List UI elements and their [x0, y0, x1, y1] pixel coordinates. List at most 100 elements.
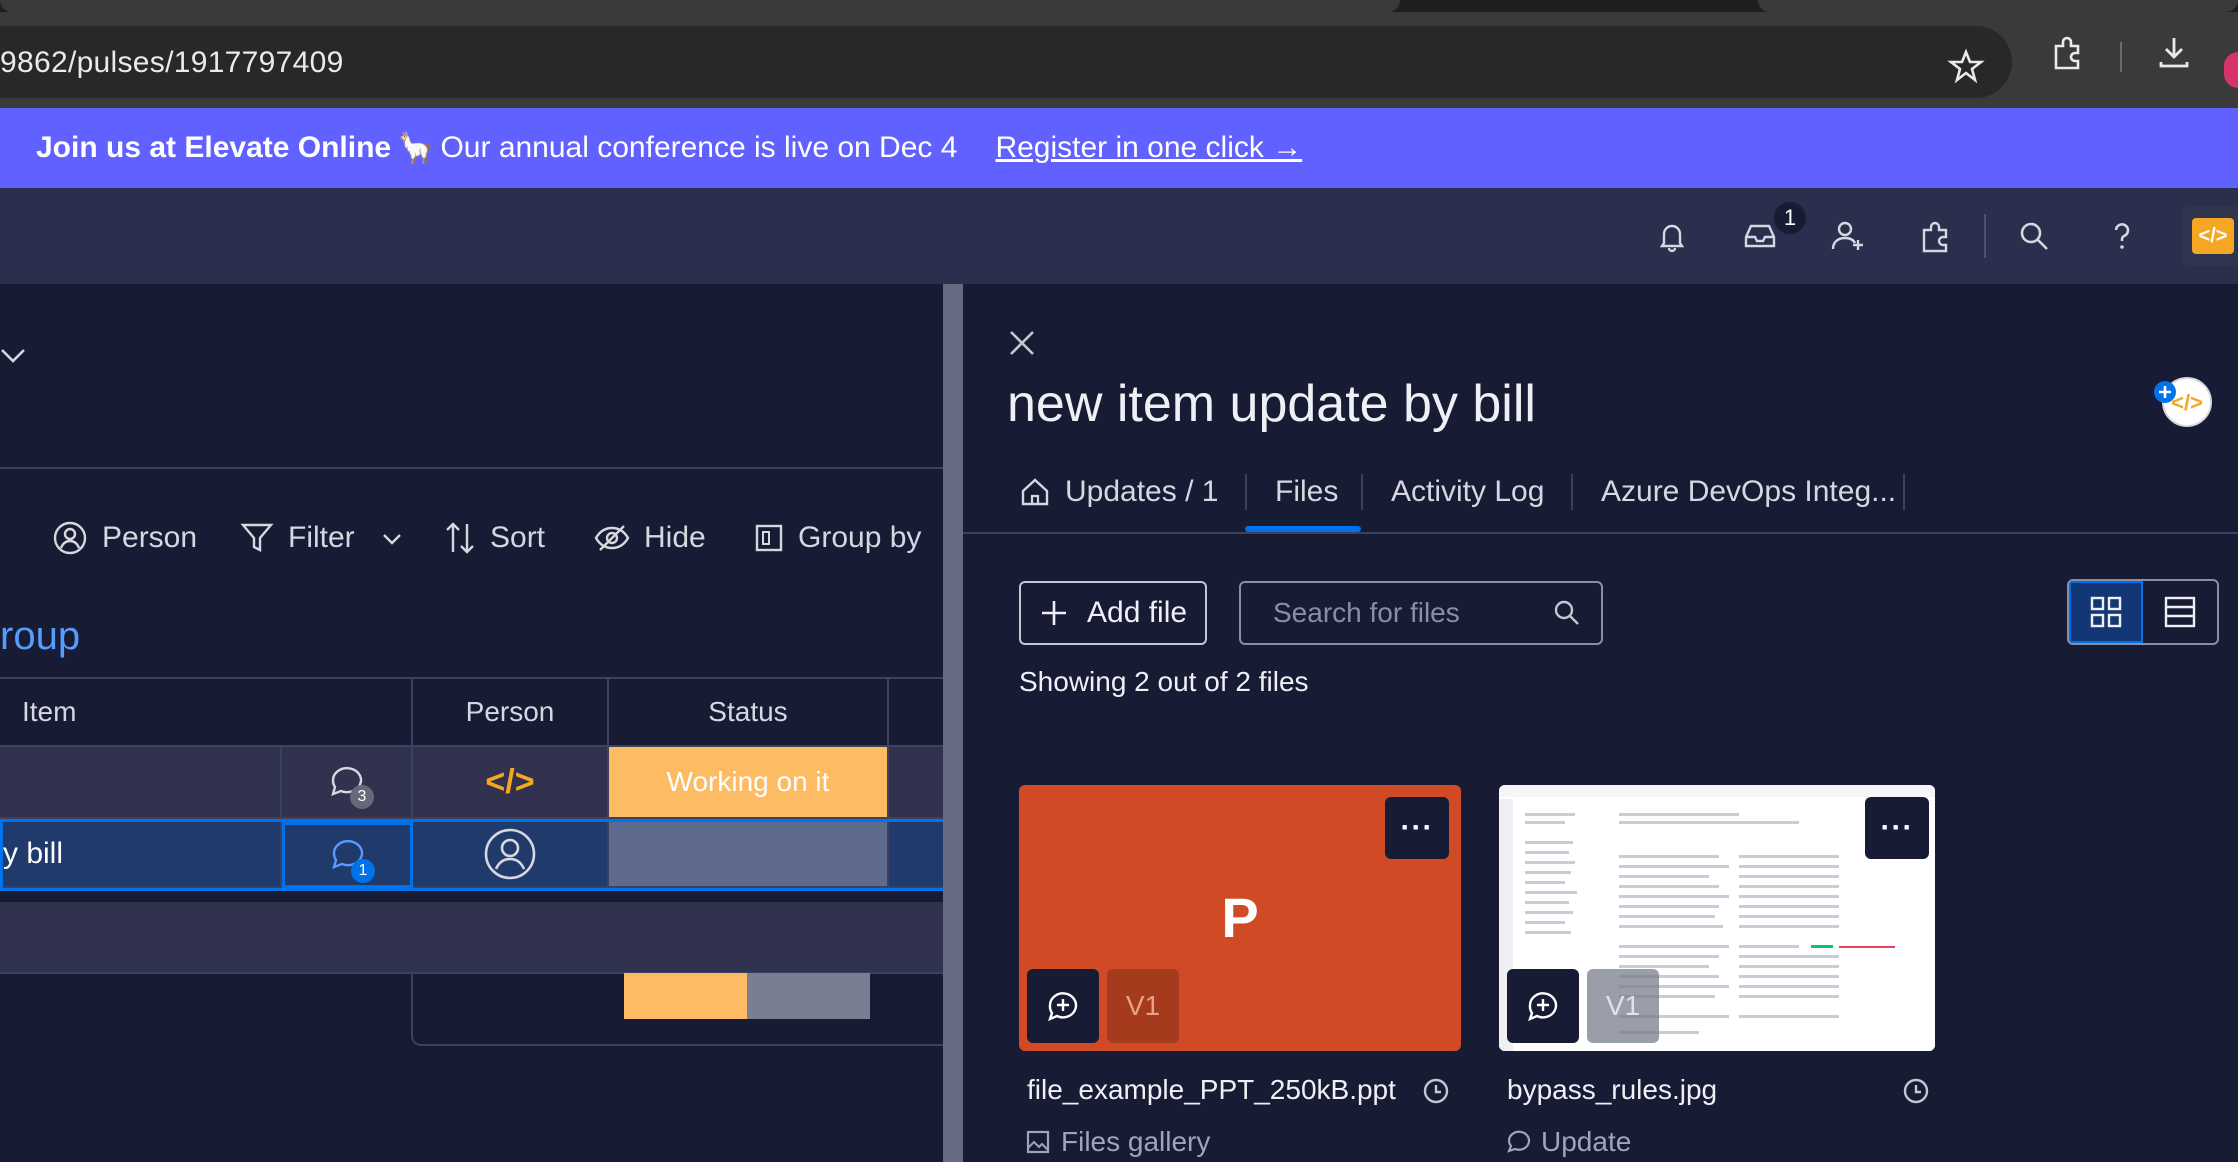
tab-updates[interactable]: Updates / 1: [1019, 462, 1218, 522]
sort-button[interactable]: Sort: [444, 512, 545, 564]
browser-tab[interactable]: [0, 0, 1400, 12]
dev-app-button[interactable]: </>: [2182, 206, 2238, 266]
speech-bubble-icon: [1507, 1130, 1531, 1153]
tabs-divider: [963, 532, 2238, 534]
status-summary-empty-segment: [747, 973, 870, 1019]
filter-icon: [240, 523, 274, 552]
file-source[interactable]: Update: [1505, 1126, 1631, 1158]
dev-code-icon: </>: [2192, 218, 2234, 254]
person-cell[interactable]: </>: [413, 747, 609, 819]
board-divider: [0, 467, 943, 469]
tab-separator: [1571, 474, 1573, 510]
clock-icon[interactable]: [1901, 1076, 1931, 1106]
tab-files[interactable]: Files: [1275, 462, 1338, 522]
download-icon[interactable]: [2154, 32, 2194, 72]
add-file-button[interactable]: Add file: [1019, 581, 1207, 645]
item-panel: new item update by bill </> Updates / 1 …: [963, 284, 2238, 1162]
svg-text:</>: </>: [2171, 390, 2203, 415]
updates-count-badge: 1: [351, 859, 375, 883]
file-type-letter: P: [1221, 886, 1259, 949]
status-summary-bar[interactable]: [624, 973, 870, 1019]
status-summary-working-segment: [624, 973, 747, 1019]
group-title[interactable]: roup: [0, 614, 80, 659]
updates-cell[interactable]: 1: [282, 822, 413, 888]
tab-activity-log[interactable]: Activity Log: [1391, 462, 1544, 522]
person-filter-label: Person: [102, 521, 198, 554]
search-files-input[interactable]: Search for files: [1239, 581, 1603, 645]
item-title[interactable]: new item update by bill: [1007, 374, 1536, 434]
profile-avatar[interactable]: [2224, 52, 2238, 88]
status-cell[interactable]: Working on it: [609, 747, 889, 819]
status-label: Working on it: [666, 766, 830, 797]
file-menu-button[interactable]: ···: [1865, 797, 1929, 859]
dev-code-icon: </>: [485, 762, 535, 801]
file-source[interactable]: Files gallery: [1025, 1126, 1210, 1158]
browser-toolbar: 9862/pulses/1917797409: [0, 12, 2238, 108]
item-name-cell[interactable]: [0, 747, 282, 819]
banner-text: Our annual conference is live on Dec 4: [440, 131, 958, 164]
file-version-badge[interactable]: V1: [1587, 969, 1659, 1043]
board-area: Person Filter Sort Hide Group by roup It…: [0, 284, 943, 1162]
list-view-button[interactable]: [2143, 581, 2217, 643]
banner-strong-text: Join us at Elevate Online: [36, 131, 392, 164]
panel-resize-handle[interactable]: [943, 284, 963, 1162]
chevron-down-icon[interactable]: [0, 340, 30, 375]
hide-button[interactable]: Hide: [594, 512, 706, 564]
add-integration-button[interactable]: </>: [2149, 374, 2217, 435]
browser-tab[interactable]: [1758, 0, 2238, 12]
view-toggle: [2067, 579, 2219, 645]
item-name: y bill: [3, 837, 64, 870]
grid-icon: [2090, 596, 2122, 628]
file-menu-button[interactable]: ···: [1385, 797, 1449, 859]
star-icon[interactable]: [1946, 46, 1986, 86]
browser-tab-strip: [0, 0, 2238, 12]
tab-azure-devops[interactable]: Azure DevOps Integ...: [1601, 462, 1896, 522]
search-icon[interactable]: [2008, 210, 2060, 262]
tab-activity-log-label: Activity Log: [1391, 475, 1545, 508]
add-comment-button[interactable]: [1027, 969, 1099, 1043]
clock-icon[interactable]: [1421, 1076, 1451, 1106]
table-row[interactable]: 3 </> Working on it: [0, 747, 943, 819]
extensions-icon[interactable]: [2048, 32, 2088, 72]
tab-files-label: Files: [1275, 475, 1339, 508]
status-cell[interactable]: [609, 822, 889, 888]
tab-azure-devops-label: Azure DevOps Integ...: [1601, 475, 1897, 508]
file-card[interactable]: P ··· V1: [1019, 785, 1461, 1051]
file-name[interactable]: bypass_rules.jpg: [1507, 1074, 1717, 1106]
llama-emoji: 🦙: [397, 131, 435, 165]
search-files-placeholder: Search for files: [1273, 597, 1460, 628]
invite-user-icon[interactable]: [1822, 210, 1874, 262]
column-header-status[interactable]: Status: [609, 677, 889, 747]
next-cell: [889, 822, 943, 888]
tab-separator: [1245, 474, 1247, 510]
updates-cell[interactable]: 3: [282, 747, 413, 819]
home-icon: [1021, 478, 1049, 506]
grid-view-button[interactable]: [2069, 581, 2144, 643]
item-name-cell[interactable]: y bill: [3, 822, 282, 888]
person-filter-button[interactable]: Person: [52, 512, 197, 564]
chevron-down-icon[interactable]: [381, 527, 403, 549]
person-cell[interactable]: [413, 822, 609, 888]
file-card[interactable]: ··· V1: [1499, 785, 1935, 1051]
search-icon[interactable]: [1551, 597, 1583, 629]
table-row-selected[interactable]: y bill 1: [0, 819, 943, 891]
promo-banner: Join us at Elevate Online 🦙 Our annual c…: [0, 108, 2238, 188]
file-version-badge[interactable]: V1: [1107, 969, 1179, 1043]
help-icon[interactable]: [2096, 210, 2148, 262]
url-text[interactable]: 9862/pulses/1917797409: [0, 46, 344, 80]
file-name[interactable]: file_example_PPT_250kB.ppt: [1027, 1074, 1396, 1106]
apps-puzzle-icon[interactable]: [1910, 210, 1962, 262]
banner-register-link[interactable]: Register in one click →: [995, 131, 1302, 165]
add-file-label: Add file: [1087, 596, 1188, 629]
column-header-item[interactable]: Item: [0, 677, 413, 747]
tab-separator: [1361, 474, 1363, 510]
bell-icon[interactable]: [1646, 210, 1698, 262]
address-bar[interactable]: 9862/pulses/1917797409: [0, 26, 2012, 98]
group-by-button[interactable]: Group by: [754, 512, 921, 564]
add-comment-button[interactable]: [1507, 969, 1579, 1043]
filter-button[interactable]: Filter: [240, 512, 403, 564]
close-icon[interactable]: [1007, 328, 1037, 358]
next-cell: [889, 747, 943, 819]
add-item-row[interactable]: [0, 902, 943, 974]
column-header-person[interactable]: Person: [413, 677, 609, 747]
